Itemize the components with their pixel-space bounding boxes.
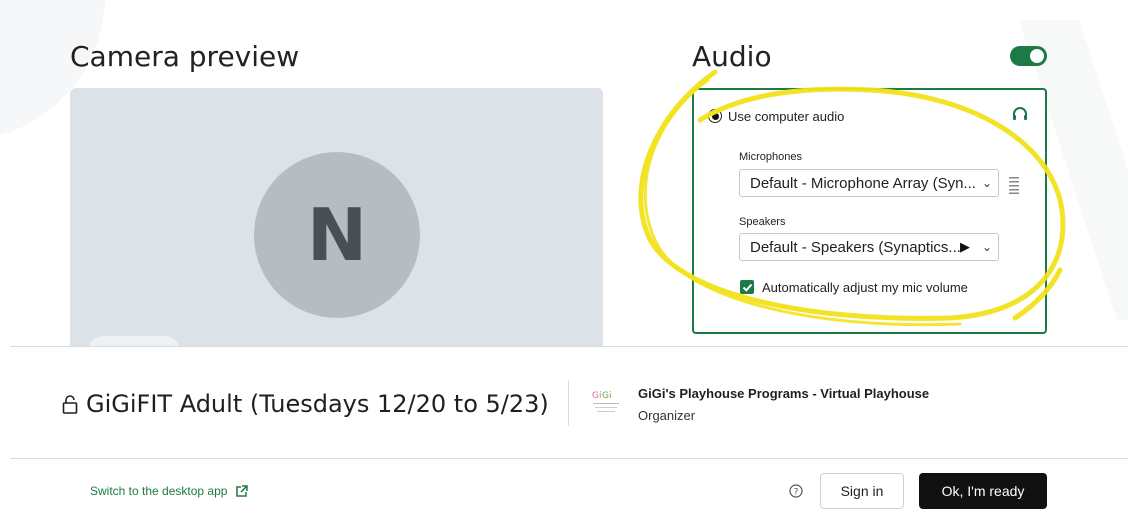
- chevron-down-icon: ⌄: [981, 240, 993, 254]
- help-icon[interactable]: ?: [789, 484, 803, 498]
- meeting-title-text: GiGiFIT Adult (Tuesdays 12/20 to 5/23): [86, 390, 549, 418]
- use-computer-audio-label: Use computer audio: [728, 109, 845, 124]
- speaker-value: Default - Speakers (Synaptics...: [750, 238, 960, 256]
- chevron-down-icon: ⌄: [981, 176, 993, 190]
- checkmark-icon: [742, 283, 752, 292]
- svg-text:?: ?: [794, 488, 799, 498]
- auto-adjust-checkbox[interactable]: [740, 280, 754, 294]
- camera-control-chip[interactable]: [88, 336, 180, 346]
- avatar-initial: N: [306, 193, 368, 277]
- auto-adjust-label: Automatically adjust my mic volume: [762, 280, 968, 295]
- svg-text:Gi: Gi: [602, 391, 611, 401]
- lock-icon: [62, 395, 78, 414]
- audio-settings-panel: Use computer audio Microphones Default -…: [692, 88, 1047, 334]
- switch-desktop-app-label: Switch to the desktop app: [90, 484, 228, 498]
- toggle-knob: [1030, 49, 1044, 63]
- speakers-label: Speakers: [739, 216, 786, 228]
- organizer-role: Organizer: [638, 408, 696, 423]
- audio-toggle[interactable]: [1010, 46, 1047, 66]
- speaker-select[interactable]: Default - Speakers (Synaptics... ▶︎ ⌄: [739, 233, 999, 261]
- headset-icon[interactable]: [1011, 105, 1029, 123]
- microphone-select[interactable]: Default - Microphone Array (Syn... ⌄: [739, 169, 999, 197]
- divider: [10, 346, 1128, 347]
- switch-desktop-app-link[interactable]: Switch to the desktop app: [90, 484, 249, 498]
- external-link-icon: [236, 484, 249, 497]
- sign-in-button[interactable]: Sign in: [820, 473, 904, 509]
- meeting-title: GiGiFIT Adult (Tuesdays 12/20 to 5/23): [62, 390, 549, 418]
- organizer-name: GiGi's Playhouse Programs - Virtual Play…: [638, 386, 930, 401]
- ok-ready-button[interactable]: Ok, I'm ready: [919, 473, 1047, 509]
- camera-preview: N: [70, 88, 603, 346]
- organizer-logo: Gi Gi: [587, 385, 625, 417]
- microphones-label: Microphones: [739, 151, 802, 163]
- audio-title: Audio: [692, 40, 772, 73]
- mic-level-icon: [1009, 177, 1019, 194]
- use-computer-audio-radio[interactable]: [708, 109, 722, 123]
- avatar: N: [254, 152, 420, 318]
- divider: [10, 458, 1128, 459]
- play-test-icon[interactable]: ▶︎: [960, 239, 976, 255]
- camera-preview-title: Camera preview: [70, 40, 300, 73]
- svg-text:Gi: Gi: [592, 391, 601, 401]
- divider: [568, 380, 569, 426]
- microphone-value: Default - Microphone Array (Syn...: [750, 174, 976, 192]
